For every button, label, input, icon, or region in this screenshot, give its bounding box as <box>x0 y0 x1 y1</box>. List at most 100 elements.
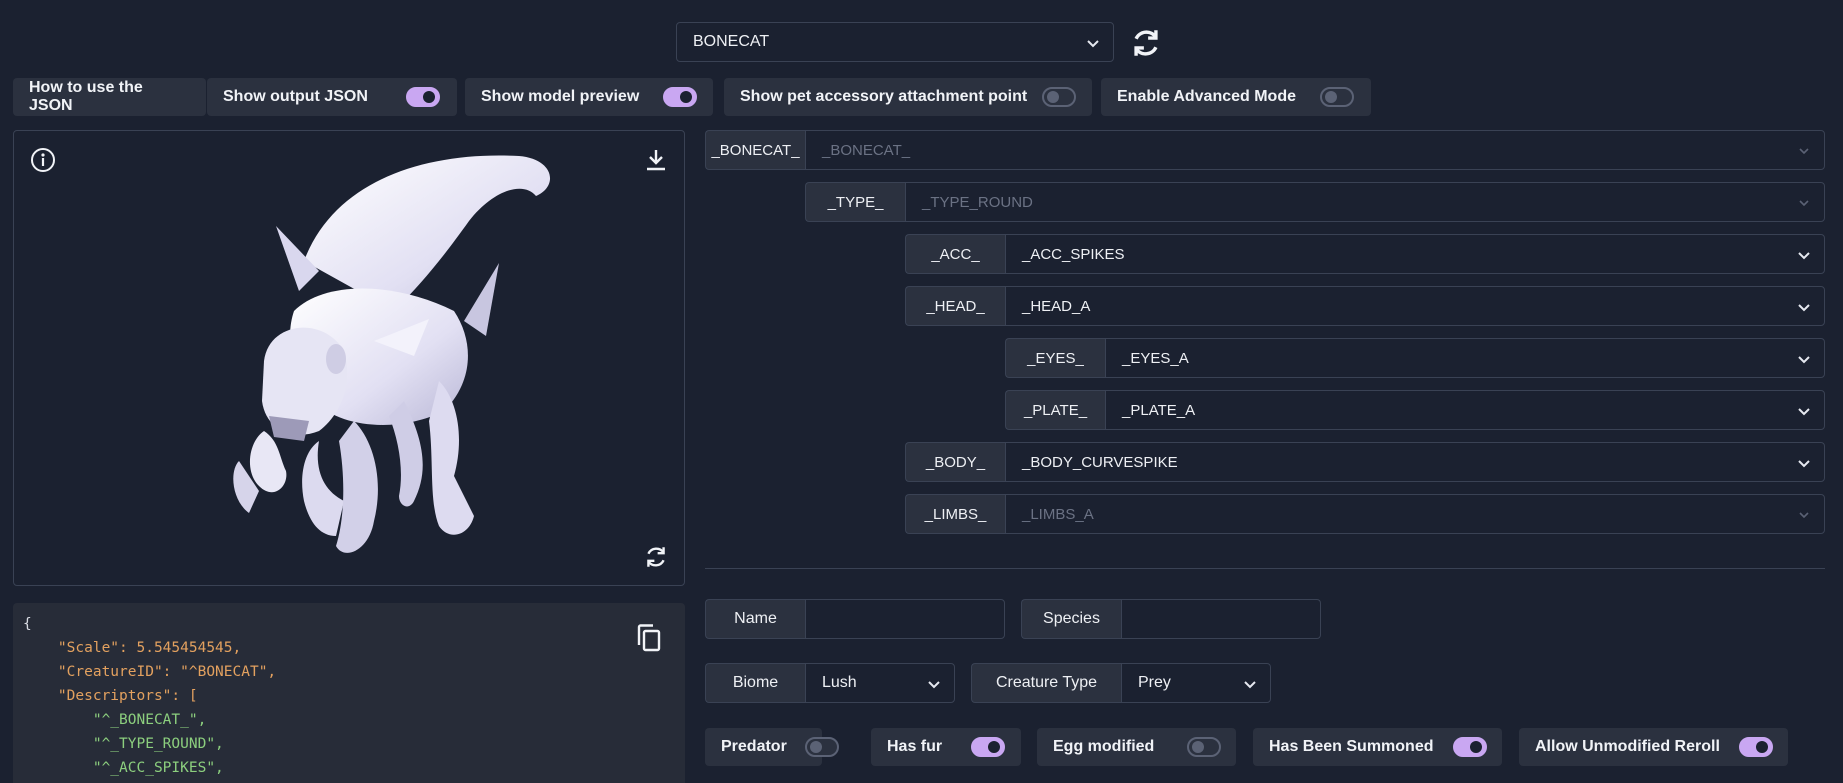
creature-type-label: Creature Type <box>971 663 1121 703</box>
json-line: "^_BONECAT_", <box>92 712 207 728</box>
info-icon[interactable] <box>30 147 56 173</box>
descriptor-select[interactable]: _HEAD_A <box>1005 286 1825 326</box>
show-output-json-label: Show output JSON <box>223 88 368 105</box>
descriptor-select[interactable]: _BONECAT_ <box>805 130 1825 170</box>
allow-unmodified-reroll-label: Allow Unmodified Reroll <box>1535 738 1720 755</box>
chevron-down-icon <box>1799 200 1809 207</box>
show-pet-accessory-label: Show pet accessory attachment point <box>740 88 1028 105</box>
descriptor-select[interactable]: _PLATE_A <box>1105 390 1825 430</box>
descriptor-value: _HEAD_A <box>1022 297 1091 315</box>
descriptor-label: _HEAD_ <box>905 286 1005 326</box>
descriptor-row-plate[interactable]: _PLATE_ _PLATE_A <box>1005 390 1825 430</box>
chevron-down-icon <box>1798 304 1810 312</box>
show-pet-accessory-switch[interactable] <box>1042 87 1076 107</box>
descriptor-row-eyes[interactable]: _EYES_ _EYES_A <box>1005 338 1825 378</box>
chevron-down-icon <box>1244 681 1256 689</box>
json-output[interactable]: { "Scale": 5.545454545, "CreatureID": "^… <box>13 603 685 783</box>
descriptor-label: _BODY_ <box>905 442 1005 482</box>
json-line: "^_ACC_SPIKES", <box>92 760 224 776</box>
show-model-preview-toggle[interactable]: Show model preview <box>465 78 713 116</box>
creature-type-value: Prey <box>1138 674 1171 691</box>
chevron-down-icon <box>1087 40 1099 48</box>
descriptor-row-head[interactable]: _HEAD_ _HEAD_A <box>905 286 1825 326</box>
copy-icon[interactable] <box>635 623 663 653</box>
descriptor-select[interactable]: _BODY_CURVESPIKE <box>1005 442 1825 482</box>
predator-switch[interactable] <box>805 737 839 757</box>
descriptor-value: _EYES_A <box>1122 349 1189 367</box>
descriptor-value: _PLATE_A <box>1122 401 1196 419</box>
creature-model <box>233 155 551 553</box>
species-label: Species <box>1021 599 1121 639</box>
allow-unmodified-reroll-switch[interactable] <box>1739 737 1773 757</box>
predator-toggle[interactable]: Predator <box>705 728 839 766</box>
enable-advanced-mode-switch[interactable] <box>1320 87 1354 107</box>
creature-type-select[interactable]: Prey <box>1121 663 1271 703</box>
json-line: "^_TYPE_ROUND", <box>92 736 224 752</box>
descriptor-label: _LIMBS_ <box>905 494 1005 534</box>
allow-unmodified-reroll-toggle[interactable]: Allow Unmodified Reroll <box>1519 728 1788 766</box>
descriptor-select[interactable]: _TYPE_ROUND <box>905 182 1825 222</box>
descriptor-label: _BONECAT_ <box>705 130 805 170</box>
descriptor-select[interactable]: _LIMBS_A <box>1005 494 1825 534</box>
species-field[interactable]: Species <box>1021 599 1321 639</box>
predator-label: Predator <box>721 738 787 755</box>
descriptor-label: _PLATE_ <box>1005 390 1105 430</box>
how-to-use-json-label: How to use the JSON <box>29 79 143 114</box>
enable-advanced-mode-toggle[interactable]: Enable Advanced Mode <box>1101 78 1371 116</box>
creature-type-field[interactable]: Creature Type Prey <box>971 663 1271 703</box>
chevron-down-icon <box>1798 356 1810 364</box>
json-line: { <box>23 616 32 632</box>
creature-select[interactable]: BONECAT <box>676 22 1114 62</box>
name-input[interactable] <box>805 599 1005 639</box>
biome-select[interactable]: Lush <box>805 663 955 703</box>
show-output-json-switch[interactable] <box>406 87 440 107</box>
has-fur-toggle[interactable]: Has fur <box>871 728 1021 766</box>
descriptor-label: _TYPE_ <box>805 182 905 222</box>
reset-view-icon[interactable] <box>643 544 669 570</box>
json-line: "Scale": 5.545454545, <box>57 640 242 656</box>
name-label: Name <box>705 599 805 639</box>
egg-modified-label: Egg modified <box>1053 738 1155 755</box>
species-input[interactable] <box>1121 599 1321 639</box>
descriptor-label: _ACC_ <box>905 234 1005 274</box>
name-field[interactable]: Name <box>705 599 1005 639</box>
biome-value: Lush <box>822 674 857 691</box>
has-been-summoned-toggle[interactable]: Has Been Summoned <box>1253 728 1502 766</box>
descriptor-row-body[interactable]: _BODY_ _BODY_CURVESPIKE <box>905 442 1825 482</box>
download-icon[interactable] <box>643 147 669 173</box>
descriptor-select[interactable]: _ACC_SPIKES <box>1005 234 1825 274</box>
divider <box>705 568 1825 569</box>
descriptor-value: _BODY_CURVESPIKE <box>1022 453 1178 471</box>
descriptor-label: _EYES_ <box>1005 338 1105 378</box>
descriptor-value: _TYPE_ROUND <box>922 193 1033 211</box>
descriptor-value: _ACC_SPIKES <box>1022 245 1125 263</box>
has-fur-switch[interactable] <box>971 737 1005 757</box>
has-been-summoned-label: Has Been Summoned <box>1269 738 1434 755</box>
has-been-summoned-switch[interactable] <box>1453 737 1487 757</box>
biome-label: Biome <box>705 663 805 703</box>
chevron-down-icon <box>1798 460 1810 468</box>
enable-advanced-mode-label: Enable Advanced Mode <box>1117 88 1296 105</box>
how-to-use-json-button[interactable]: How to use the JSON <box>13 78 206 116</box>
show-model-preview-label: Show model preview <box>481 88 640 105</box>
descriptor-row-acc[interactable]: _ACC_ _ACC_SPIKES <box>905 234 1825 274</box>
refresh-icon[interactable] <box>1129 26 1163 60</box>
descriptor-row-limbs[interactable]: _LIMBS_ _LIMBS_A <box>905 494 1825 534</box>
json-line: "Descriptors": [ <box>57 688 198 704</box>
descriptor-value: _BONECAT_ <box>822 141 911 159</box>
show-output-json-toggle[interactable]: Show output JSON <box>207 78 457 116</box>
chevron-down-icon <box>1799 512 1809 519</box>
model-preview[interactable] <box>13 130 685 586</box>
descriptor-row-type[interactable]: _TYPE_ _TYPE_ROUND <box>805 182 1825 222</box>
chevron-down-icon <box>928 681 940 689</box>
egg-modified-toggle[interactable]: Egg modified <box>1037 728 1236 766</box>
show-pet-accessory-toggle[interactable]: Show pet accessory attachment point <box>724 78 1092 116</box>
biome-field[interactable]: Biome Lush <box>705 663 955 703</box>
show-model-preview-switch[interactable] <box>663 87 697 107</box>
json-line: "CreatureID": "^BONECAT", <box>57 664 277 680</box>
has-fur-label: Has fur <box>887 738 943 755</box>
egg-modified-switch[interactable] <box>1187 737 1221 757</box>
descriptor-row-bonecat[interactable]: _BONECAT_ _BONECAT_ <box>705 130 1825 170</box>
descriptor-select[interactable]: _EYES_A <box>1105 338 1825 378</box>
descriptor-value: _LIMBS_A <box>1022 505 1094 523</box>
